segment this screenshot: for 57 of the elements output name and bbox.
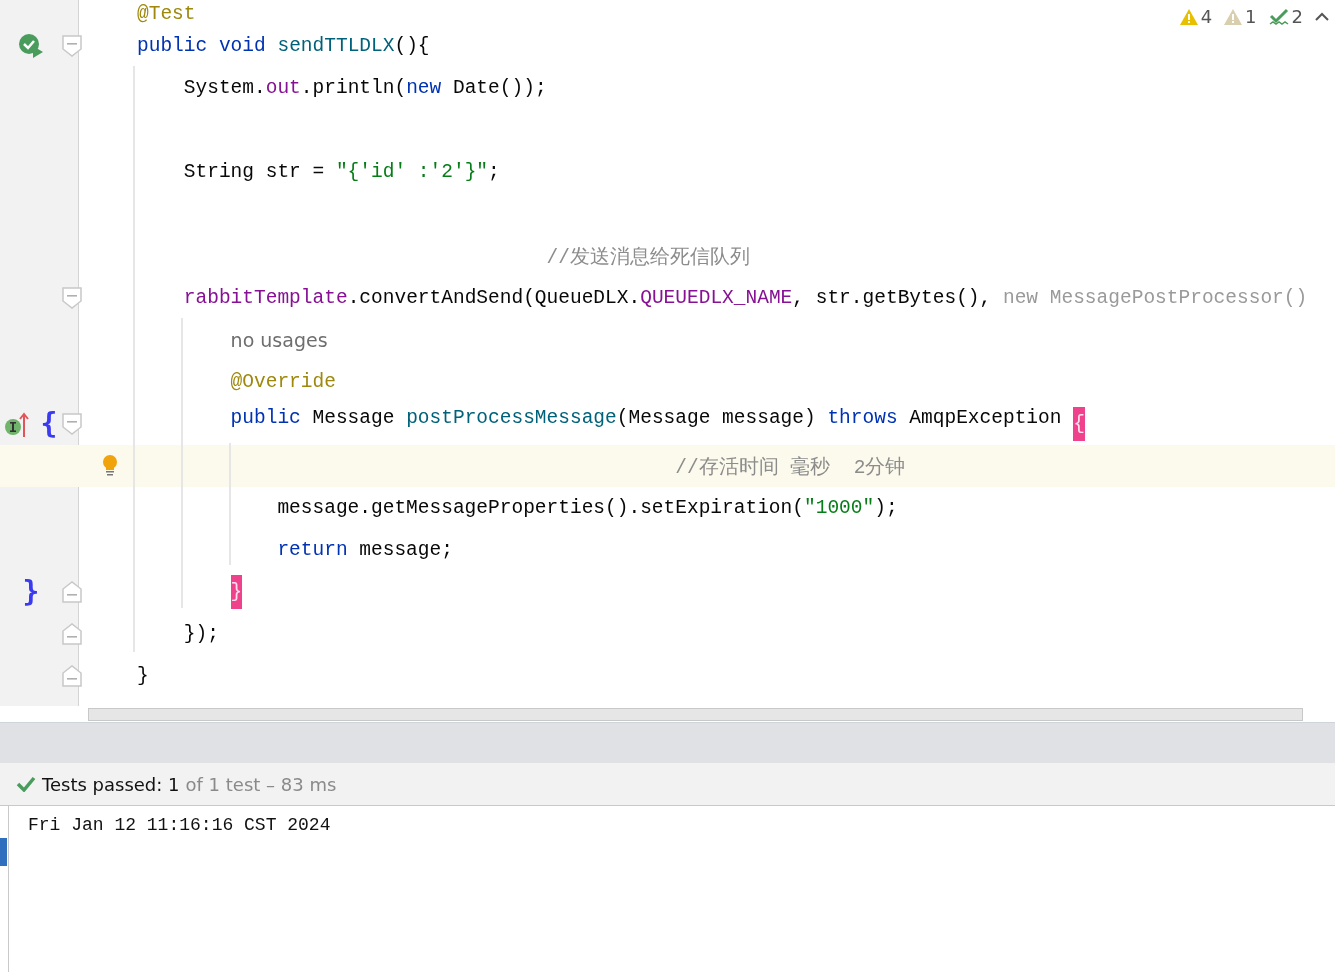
code-comment: //存活时间 毫秒 2分钟	[675, 455, 906, 480]
unfold-icon[interactable]	[62, 623, 82, 645]
lightbulb-icon[interactable]	[102, 455, 118, 477]
string-literal: "{'id' :'2'}"	[335, 161, 489, 183]
field-name: rabbitTemplate	[183, 287, 348, 309]
code-text: , str.getBytes(),	[792, 287, 993, 309]
keyword: throws	[827, 407, 899, 431]
code-text: message;	[359, 539, 453, 561]
annotation: @Test	[137, 3, 196, 25]
problem-count[interactable]: 2	[1291, 6, 1303, 27]
code-text: Date());	[452, 77, 547, 99]
matched-brace: {	[1073, 407, 1085, 441]
code-text: ;	[488, 161, 500, 183]
code-text: message.getMessageProperties().setExpiration(	[277, 497, 804, 519]
fold-icon[interactable]	[62, 287, 82, 309]
brace-marker[interactable]: {	[40, 410, 58, 438]
code-text: String str =	[183, 161, 326, 183]
annotation: @Override	[230, 371, 336, 393]
unfold-icon[interactable]	[62, 581, 82, 603]
problem-count[interactable]: 4	[1200, 6, 1213, 27]
console-output: Fri Jan 12 11:16:16 CST 2024	[28, 814, 331, 836]
fold-icon[interactable]	[62, 35, 82, 57]
test-status: Tests passed: 1	[42, 773, 180, 795]
code-text: System.	[183, 77, 266, 99]
code-text: });	[183, 623, 219, 645]
keyword: public void	[137, 35, 267, 57]
method-name: postProcessMessage	[406, 407, 617, 431]
matched-brace: }	[230, 575, 243, 609]
code-text: .convertAndSend(QueueDLX.	[347, 287, 641, 309]
code-text: Message	[312, 407, 396, 431]
code-text: }	[137, 665, 149, 687]
field-name: QUEUEDLX_NAME	[640, 287, 793, 309]
keyword: public	[230, 407, 302, 431]
code-text: AmqpException	[909, 407, 1063, 431]
fold-icon[interactable]	[62, 413, 82, 435]
check-icon	[1268, 7, 1289, 26]
test-detail: of 1 test – 83 ms	[185, 773, 337, 795]
code-text: .println(	[300, 77, 407, 99]
string-literal: "1000"	[804, 497, 875, 519]
keyword: new	[406, 77, 443, 99]
brace-marker[interactable]: }	[22, 578, 40, 606]
usage-hint: no usages	[230, 329, 328, 351]
code-text: (Message message)	[616, 407, 817, 431]
code-comment: //发送消息给死信队列	[546, 245, 750, 270]
field-name: out	[265, 77, 301, 99]
code-text: );	[874, 497, 898, 519]
code-text: (){	[394, 35, 430, 57]
caret-up-icon[interactable]	[1315, 11, 1329, 22]
run-passed-icon[interactable]	[18, 33, 44, 59]
implements-icon[interactable]	[4, 411, 29, 437]
code-text: new MessagePostProcessor()	[1002, 287, 1308, 309]
scrollbar[interactable]	[88, 707, 1303, 721]
console-gutter-marker	[0, 838, 7, 866]
unfold-icon[interactable]	[62, 665, 82, 687]
keyword: return	[277, 539, 349, 561]
problem-count[interactable]: 1	[1245, 6, 1257, 27]
method-name: sendTTLDLX	[277, 35, 395, 57]
